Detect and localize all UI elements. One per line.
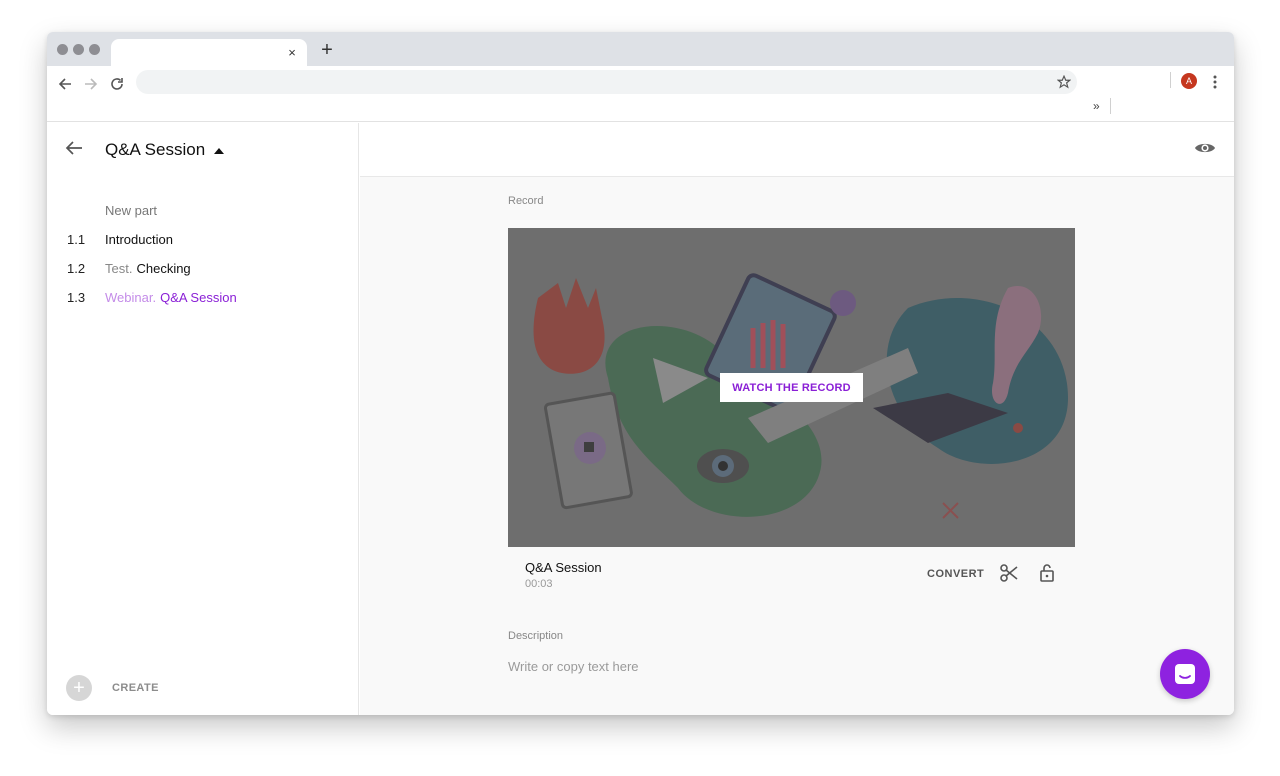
bookmarks-overflow-icon[interactable]: » [1093,99,1100,113]
forward-icon[interactable] [79,72,103,96]
document-title: Q&A Session [105,140,206,159]
bookmark-star-icon[interactable] [1055,73,1073,91]
sidebar-item-checking[interactable]: 1.2 Test. Checking [67,261,191,276]
record-label: Record [508,195,544,207]
reload-icon[interactable] [105,72,129,96]
video-thumbnail[interactable]: WATCH THE RECORD [508,228,1075,547]
new-part-link[interactable]: New part [105,203,157,218]
profile-avatar[interactable]: A [1181,73,1197,89]
item-name: Q&A Session [160,290,237,305]
window-minimize-dot[interactable] [73,44,84,55]
address-bar[interactable] [136,70,1077,94]
item-name: Checking [136,261,191,276]
description-input[interactable] [508,656,1028,676]
back-icon[interactable] [53,72,77,96]
new-tab-button[interactable]: + [317,39,337,61]
browser-toolbar: A » [47,66,1234,122]
record-title: Q&A Session [525,560,602,575]
tab-bar: × + [47,32,1234,66]
create-button[interactable]: + CREATE [66,675,159,701]
browser-tab[interactable]: × [111,39,307,66]
description-label: Description [508,630,564,642]
item-prefix: Test. [105,261,133,276]
caret-up-icon [214,148,225,154]
convert-button[interactable]: CONVERT [927,568,984,580]
tab-close-icon[interactable]: × [283,43,301,61]
main-header [360,123,1234,177]
record-duration: 00:03 [525,578,553,590]
toolbar-divider [1170,72,1171,88]
item-prefix: Webinar. [105,290,157,305]
window-maximize-dot[interactable] [89,44,100,55]
chat-icon [1175,664,1195,684]
item-number: 1.1 [67,232,86,247]
browser-menu-icon[interactable] [1207,72,1223,92]
item-name: Introduction [105,232,173,247]
preview-eye-icon[interactable] [1194,140,1216,156]
plus-icon: + [66,675,92,701]
main-content: Record WATCH THE RECORD Q&A Session 00:0… [360,123,1234,715]
document-title-dropdown[interactable]: Q&A Session [105,140,225,160]
item-number: 1.3 [67,290,86,305]
unlock-icon[interactable] [1039,563,1055,582]
watch-record-button[interactable]: WATCH THE RECORD [720,373,863,402]
item-number: 1.2 [67,261,86,276]
back-arrow-icon[interactable] [65,140,85,158]
sidebar-item-qa-session[interactable]: 1.3 Webinar. Q&A Session [67,290,237,305]
bookmarks-divider [1110,98,1111,114]
sidebar-item-introduction[interactable]: 1.1 Introduction [67,232,173,247]
sidebar: Q&A Session New part 1.1 Introduction 1.… [47,123,359,715]
browser-window: × + A » Q&A Session New part 1.1 Introdu… [47,32,1234,715]
chat-launcher-button[interactable] [1160,649,1210,699]
create-label: CREATE [112,682,159,694]
scissors-icon[interactable] [1000,564,1018,582]
window-close-dot[interactable] [57,44,68,55]
